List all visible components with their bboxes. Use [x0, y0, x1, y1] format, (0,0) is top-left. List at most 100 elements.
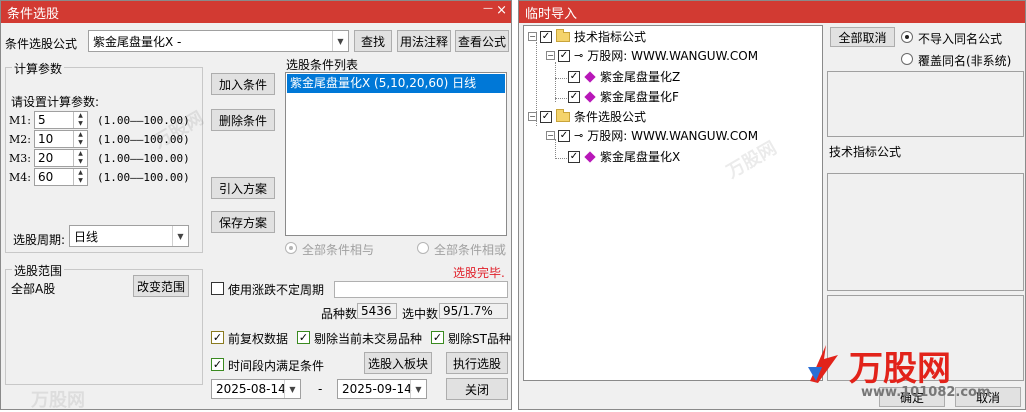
- all-and-radio[interactable]: [285, 242, 297, 254]
- all-and-label: 全部条件相与: [302, 243, 375, 257]
- collapse-icon[interactable]: −: [528, 32, 537, 41]
- remove-st-label: 剔除ST品种: [448, 332, 511, 346]
- tree-node-tech-folder[interactable]: − ✓ 技术指标公式: [528, 28, 646, 45]
- tree-checkbox[interactable]: ✓: [540, 30, 552, 43]
- condition-list[interactable]: 紫金尾盘量化X (5,10,20,60) 日线: [285, 72, 507, 236]
- cancel-all-button[interactable]: 全部取消: [830, 27, 895, 47]
- add-condition-button[interactable]: 加入条件: [211, 73, 275, 95]
- to-block-button[interactable]: 选股入板块: [364, 352, 432, 374]
- brand-logo-icon: [804, 337, 844, 387]
- tree-node-tech-source[interactable]: − ✓ ⊸ 万股网: WWW.WANGUW.COM: [546, 47, 758, 64]
- end-date-picker[interactable]: 2025-09-14 ▼: [337, 379, 427, 399]
- usage-note-button[interactable]: 用法注释: [397, 30, 451, 52]
- spinner-arrows-icon[interactable]: ▲ ▼: [73, 150, 87, 166]
- tree-checkbox[interactable]: ✓: [558, 49, 570, 62]
- collapse-icon[interactable]: −: [546, 51, 555, 60]
- spinner-arrows-icon[interactable]: ▲ ▼: [73, 131, 87, 147]
- formula-label: 条件选股公式: [5, 37, 78, 51]
- end-date-value: 2025-09-14: [342, 382, 412, 396]
- param-m3-spinner[interactable]: 20 ▲ ▼: [34, 149, 88, 167]
- formula-select[interactable]: 紫金尾盘量化X - ▼: [88, 30, 349, 52]
- chevron-down-icon[interactable]: ▼: [332, 31, 348, 51]
- param-m2-spinner[interactable]: 10 ▲ ▼: [34, 130, 88, 148]
- param-m4-spinner[interactable]: 60 ▲ ▼: [34, 168, 88, 186]
- tree-checkbox[interactable]: ✓: [540, 110, 552, 123]
- time-range-checkbox[interactable]: ✓: [211, 358, 224, 371]
- view-formula-button[interactable]: 查看公式: [455, 30, 509, 52]
- tree-checkbox[interactable]: ✓: [558, 129, 570, 142]
- minimize-icon[interactable]: —: [483, 3, 493, 14]
- param-m4-range: (1.00——100.00): [97, 171, 190, 184]
- param-m1-value: 5: [38, 113, 46, 127]
- tree-checkbox[interactable]: ✓: [568, 150, 580, 163]
- tree-node-label: 万股网: WWW.WANGUW.COM: [587, 129, 759, 143]
- tree-node-formula-x[interactable]: ✓ 紫金尾盘量化X: [568, 148, 680, 165]
- variety-count-field: 5436: [357, 303, 397, 319]
- remove-untraded-label: 剔除当前未交易品种: [314, 332, 423, 346]
- import-scheme-button[interactable]: 引入方案: [211, 177, 275, 199]
- type-label: 技术指标公式: [829, 145, 902, 159]
- overwrite-same-radio[interactable]: [901, 53, 913, 65]
- spinner-arrows-icon[interactable]: ▲ ▼: [73, 169, 87, 185]
- tree-node-formula-f[interactable]: ✓ 紫金尾盘量化F: [568, 88, 679, 105]
- overwrite-same-label: 覆盖同名(非系统): [918, 54, 1012, 68]
- chevron-down-icon[interactable]: ▼: [410, 380, 426, 398]
- window-title: 条件选股: [7, 6, 60, 22]
- title-bar[interactable]: 临时导入: [519, 1, 1025, 23]
- start-date-picker[interactable]: 2025-08-14 ▼: [211, 379, 301, 399]
- execute-button[interactable]: 执行选股: [446, 352, 508, 374]
- param-m4-label: M4:: [9, 171, 31, 184]
- tree-node-screen-source[interactable]: − ✓ ⊸ 万股网: WWW.WANGUW.COM: [546, 127, 758, 144]
- param-m4-value: 60: [38, 170, 54, 184]
- variable-period-checkbox[interactable]: [211, 282, 224, 295]
- remove-untraded-checkbox[interactable]: ✓: [297, 331, 310, 344]
- key-icon: ⊸: [574, 49, 584, 62]
- tree-checkbox[interactable]: ✓: [568, 70, 580, 83]
- condition-list-item[interactable]: 紫金尾盘量化X (5,10,20,60) 日线: [287, 74, 505, 93]
- tree-node-label: 条件选股公式: [574, 110, 647, 124]
- param-m1-spinner[interactable]: 5 ▲ ▼: [34, 111, 88, 129]
- forward-adjust-checkbox[interactable]: ✓: [211, 331, 224, 344]
- no-import-same-radio[interactable]: [901, 31, 913, 43]
- formula-gem-icon: [584, 90, 596, 103]
- tree-node-label: 紫金尾盘量化F: [600, 90, 679, 104]
- tree-node-screen-folder[interactable]: − ✓ 条件选股公式: [528, 108, 646, 125]
- status-text: 选股完毕.: [453, 266, 505, 280]
- param-m3-value: 20: [38, 151, 54, 165]
- spinner-arrows-icon[interactable]: ▲ ▼: [73, 112, 87, 128]
- collapse-icon[interactable]: −: [546, 131, 555, 140]
- scope-value: 全部A股: [11, 282, 56, 296]
- delete-condition-button[interactable]: 删除条件: [211, 109, 275, 131]
- change-scope-button[interactable]: 改变范围: [133, 275, 189, 297]
- tree-node-label: 技术指标公式: [574, 30, 647, 44]
- variable-period-input[interactable]: [334, 281, 508, 298]
- tree-node-label: 紫金尾盘量化X: [600, 150, 681, 164]
- variable-period-label: 使用涨跌不定周期: [228, 283, 325, 297]
- collapse-icon[interactable]: −: [528, 112, 537, 121]
- period-select[interactable]: 日线 ▼: [69, 225, 189, 247]
- brand-watermark-text: 万股网: [849, 349, 951, 389]
- param-prompt: 请设置计算参数:: [11, 95, 100, 109]
- param-m2-value: 10: [38, 132, 54, 146]
- date-separator: -: [318, 382, 323, 396]
- param-m1-label: M1:: [9, 114, 31, 127]
- chevron-down-icon[interactable]: ▼: [284, 380, 300, 398]
- close-icon[interactable]: ×: [496, 3, 507, 18]
- all-or-radio[interactable]: [417, 242, 429, 254]
- chevron-down-icon[interactable]: ▼: [172, 226, 188, 246]
- variety-count-label: 品种数: [321, 307, 358, 321]
- no-import-same-label: 不导入同名公式: [918, 32, 1003, 46]
- folder-icon: [556, 28, 570, 42]
- close-button[interactable]: 关闭: [446, 378, 508, 400]
- start-date-value: 2025-08-14: [216, 382, 286, 396]
- tree-checkbox[interactable]: ✓: [568, 90, 580, 103]
- save-scheme-button[interactable]: 保存方案: [211, 211, 275, 233]
- temp-import-window: 临时导入 − ✓ 技术指标公式 − ✓ ⊸ 万股网: WWW.WANGUW.CO…: [518, 0, 1026, 410]
- title-bar[interactable]: 条件选股 — ×: [1, 1, 511, 23]
- find-button[interactable]: 查找: [354, 30, 392, 52]
- formula-tree[interactable]: − ✓ 技术指标公式 − ✓ ⊸ 万股网: WWW.WANGUW.COM ✓ 紫…: [523, 25, 823, 381]
- tree-node-formula-z[interactable]: ✓ 紫金尾盘量化Z: [568, 68, 680, 85]
- folder-icon: [556, 108, 570, 122]
- condition-list-title: 选股条件列表: [286, 58, 359, 72]
- remove-st-checkbox[interactable]: ✓: [431, 331, 444, 344]
